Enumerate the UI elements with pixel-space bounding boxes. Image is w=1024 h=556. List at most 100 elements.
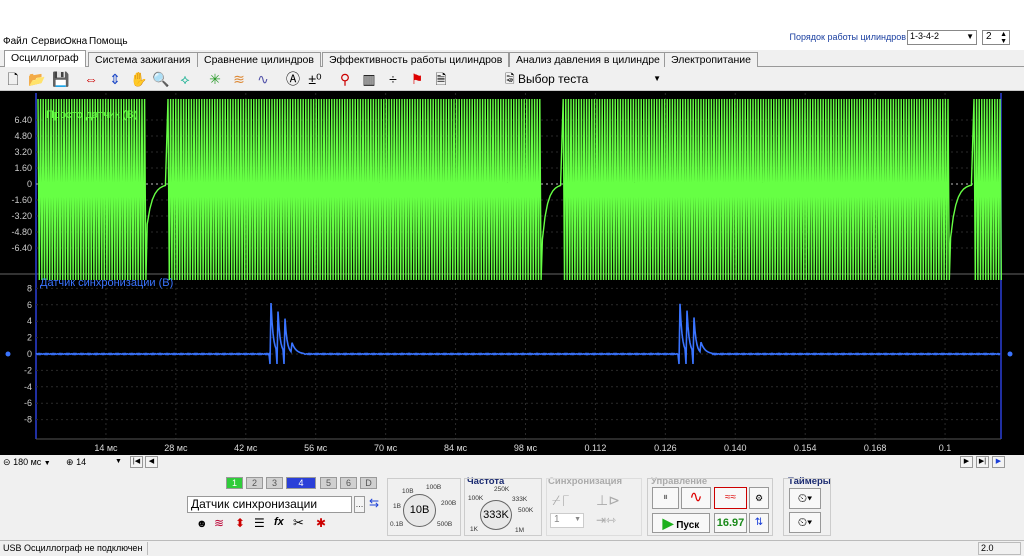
channel-4-button[interactable]: 4 <box>286 477 316 489</box>
timebase-select[interactable]: ⊝ 180 мс ▼ <box>3 456 51 468</box>
channel-settings-icon[interactable]: ⇆ <box>369 496 379 510</box>
ch2-ytick-label: 8 <box>27 283 32 293</box>
pause-button[interactable]: ⏸ <box>652 487 679 509</box>
channel-3-button[interactable]: 3 <box>266 477 283 489</box>
voltage-knob[interactable]: 10B <box>403 494 436 527</box>
ch2-ytick-label: 6 <box>27 300 32 310</box>
last-page-button[interactable]: ▶| <box>976 456 989 468</box>
ch1-ytick-label: 4.80 <box>14 131 32 141</box>
cylinder-count-spinner[interactable]: 2 ▲ ▼ <box>982 30 1010 45</box>
ch2-zero-marker <box>5 351 11 357</box>
vertical-zoom-icon[interactable]: ⇕ <box>106 70 124 88</box>
channel-2-button[interactable]: 2 <box>246 477 263 489</box>
cursor-tool-icon[interactable]: ⟡ <box>176 70 194 88</box>
rising-edge-icon[interactable]: ⌿⎾ <box>552 492 569 509</box>
channel-1-button[interactable]: 1 <box>226 477 243 489</box>
voltage-label-01b: 0.1B <box>390 521 404 528</box>
timer-1-button[interactable]: ⏲▾ <box>789 488 821 509</box>
save-icon[interactable]: 💾 <box>52 70 70 88</box>
minus-icon: ⊝ <box>3 457 11 467</box>
tab-oscilloscope[interactable]: Осциллограф <box>4 50 86 68</box>
tab-cylinder-compare[interactable]: Сравнение цилиндров <box>197 52 321 67</box>
channel-name-field[interactable]: Датчик синхронизации <box>187 496 352 513</box>
wave-compare-icon[interactable]: ∿ <box>254 70 272 88</box>
probe-icon[interactable]: ☻ <box>196 518 208 530</box>
cylinder-order-select[interactable]: 1-3-4-2 ▼ <box>907 30 977 45</box>
zero-level-icon[interactable]: ±⁰ <box>306 70 324 88</box>
channel-name-more-button[interactable]: … <box>354 496 365 513</box>
sine-wave-button[interactable]: ∿ <box>681 487 711 509</box>
marker-flag-icon[interactable]: ⚑ <box>408 70 426 88</box>
menu-service[interactable]: Сервис <box>31 36 65 47</box>
tab-ignition[interactable]: Система зажигания <box>88 52 198 67</box>
zoom-select[interactable]: ⊕ 14 <box>66 456 86 468</box>
toolbar: 🗋 📂 💾 ⇔ ⇕ ✋ 🔍 ⟡ ✳ ≋ ∿ Ⓐ ±⁰ ⚲ ▥ ÷ ⚑ 🗎 🗟 В… <box>0 67 1024 91</box>
window-top-area <box>0 0 1024 34</box>
function-icon[interactable]: fx <box>274 516 284 528</box>
sync-level-icon[interactable]: ⇥⇿ <box>596 513 616 527</box>
frequency-knob[interactable]: 333K <box>480 500 512 530</box>
ch2-ytick-label: -4 <box>24 382 32 392</box>
chevron-down-icon[interactable]: ▼ <box>115 456 122 468</box>
next-page-button[interactable]: ▶ <box>960 456 973 468</box>
play-scroll-button[interactable]: ▶ <box>992 456 1005 468</box>
test-select-label: Выбор теста <box>518 72 589 86</box>
tab-power[interactable]: Электропитание <box>664 52 758 67</box>
open-folder-icon[interactable]: 📂 <box>28 70 46 88</box>
invert-icon[interactable]: ✱ <box>316 516 326 530</box>
x-tick-label: 84 мс <box>444 443 468 453</box>
auto-scale-icon[interactable]: Ⓐ <box>284 70 302 88</box>
hand-pan-icon[interactable]: ✋ <box>130 70 148 88</box>
cylinder-order-label: Порядок работы цилиндров <box>789 32 907 42</box>
x-tick-label: 0.112 <box>584 443 606 453</box>
channel-6-button[interactable]: 6 <box>340 477 357 489</box>
waveform-tool-icon[interactable]: ✳ <box>206 70 224 88</box>
table-icon[interactable]: ▥ <box>360 70 378 88</box>
filter-icon[interactable]: ⚲ <box>336 70 354 88</box>
x-tick-label: 98 мс <box>514 443 538 453</box>
divide-icon[interactable]: ÷ <box>384 70 402 88</box>
ch1-ytick-label: 6.40 <box>14 115 32 125</box>
timer-2-button[interactable]: ⏲▾ <box>789 512 821 533</box>
tab-pressure-analysis[interactable]: Анализ давления в цилиндре <box>509 52 667 67</box>
channel-d-button[interactable]: D <box>360 477 377 489</box>
auto-settings-button[interactable]: ⚙ <box>749 487 769 509</box>
rate-display: 16.97 <box>714 513 747 533</box>
sync-channel-select[interactable]: 1 ▼ <box>550 513 584 528</box>
ch1-ytick-label: -3.20 <box>11 211 32 221</box>
freq-label-250k: 250K <box>494 486 510 493</box>
x-tick-label: 42 мс <box>234 443 258 453</box>
ch2-ytick-label: -6 <box>24 398 32 408</box>
tools-icon[interactable]: ✂ <box>293 515 304 531</box>
test-select-icon: 🗟 <box>505 72 515 86</box>
menu-help[interactable]: Помощь <box>89 36 128 47</box>
sweep-button[interactable]: ≈≈ <box>714 487 747 509</box>
first-page-button[interactable]: |◀ <box>130 456 143 468</box>
oscilloscope-display[interactable]: 6.40 4.80 3.20 1.60 0 -1.60 -3.20 -4.80 -6.40 8 6 4… <box>0 91 1024 455</box>
tab-cylinder-efficiency[interactable]: Эффективность работы цилиндров <box>322 52 510 67</box>
status-bar: USB Осциллограф не подключен 2.0 <box>0 540 1024 556</box>
horizontal-zoom-icon[interactable]: ⇔ <box>82 70 100 88</box>
new-file-icon[interactable]: 🗋 <box>4 70 22 88</box>
ch1-ytick-label: -4.80 <box>11 227 32 237</box>
prev-page-button[interactable]: ◀ <box>145 456 158 468</box>
lines-icon[interactable]: ☰ <box>254 516 265 530</box>
cylinder-count-value: 2 <box>986 31 992 42</box>
multi-wave-icon[interactable]: ≋ <box>230 70 248 88</box>
chevron-down-icon: ▼ <box>653 74 661 83</box>
magnifier-icon[interactable]: 🔍 <box>152 70 170 88</box>
ch2-ytick-label: -8 <box>24 415 32 425</box>
x-tick-label: 0.154 <box>794 443 817 453</box>
menu-file[interactable]: Файл <box>3 36 28 47</box>
note-icon[interactable]: 🗎 <box>432 70 450 88</box>
falling-edge-icon[interactable]: ⊥⊳ <box>596 492 620 509</box>
move-vertical-icon[interactable]: ⬍ <box>235 516 245 530</box>
channel-5-button[interactable]: 5 <box>320 477 337 489</box>
test-select[interactable]: 🗟 Выбор теста ▼ <box>505 70 663 88</box>
auto-step-button[interactable]: ⇅ <box>749 513 769 533</box>
menu-windows[interactable]: Окна <box>64 36 87 47</box>
start-button[interactable]: ▶ Пуск <box>652 513 710 533</box>
connection-status: USB Осциллограф не подключен <box>3 543 143 553</box>
wave-math-icon[interactable]: ≋ <box>214 516 224 530</box>
ch1-ytick-label: -1.60 <box>11 195 32 205</box>
